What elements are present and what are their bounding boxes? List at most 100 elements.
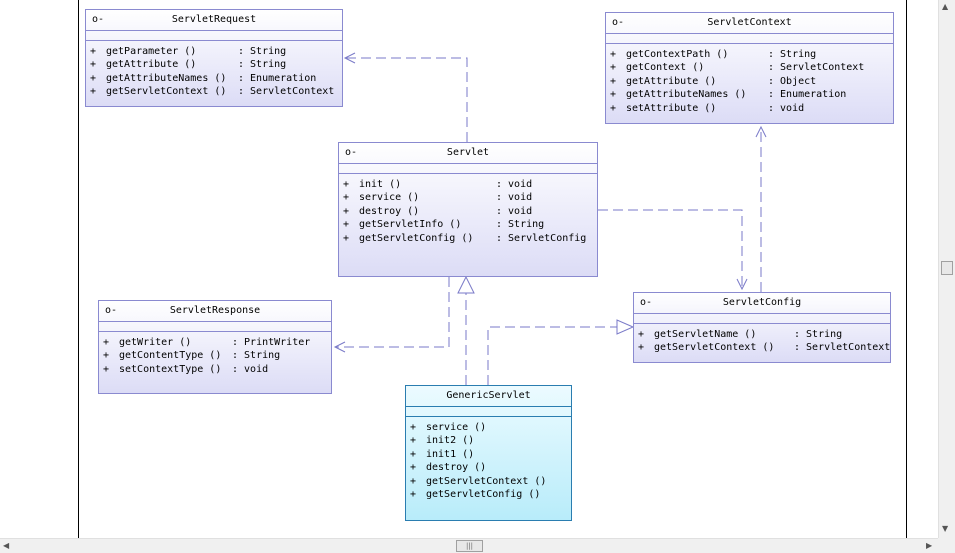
public-visibility-sign: + bbox=[343, 232, 350, 244]
operation-name: destroy () bbox=[426, 462, 487, 474]
operations-compartment: + getWriter (): PrintWriter + getContentTyp… bbox=[99, 332, 331, 376]
operation-name: getContentType () bbox=[119, 350, 222, 362]
public-visibility-sign: + bbox=[90, 59, 97, 71]
operation-return-type: : Enumeration bbox=[238, 72, 317, 84]
public-visibility-sign: + bbox=[103, 337, 110, 348]
operations-compartment: + init () : void + service (): void + destroy … bbox=[339, 174, 597, 245]
public-visibility-sign: + bbox=[410, 488, 417, 500]
operation-row[interactable]: + getServletConfig () bbox=[406, 488, 571, 501]
operation-name: getServletContext () bbox=[106, 86, 227, 98]
public-visibility-sign: + bbox=[410, 435, 417, 447]
operation-row[interactable]: + getAttribute (): Object bbox=[606, 75, 893, 88]
public-visibility-sign: + bbox=[638, 329, 645, 340]
attributes-compartment bbox=[99, 322, 331, 332]
horizontal-scrollbar[interactable]: ◀ ||| ▶ bbox=[0, 538, 938, 553]
servletresponse-class-box[interactable]: o- ServletResponse + getWriter (): PrintWri… bbox=[98, 300, 332, 394]
operation-row[interactable]: + destroy (): void bbox=[339, 205, 597, 218]
public-visibility-sign: + bbox=[610, 89, 617, 101]
servlet-realization-triangle bbox=[457, 275, 475, 294]
class-name: Servlet bbox=[446, 147, 490, 158]
operation-row[interactable]: + getContentType (): String bbox=[99, 349, 331, 362]
operation-name: init () bbox=[359, 179, 402, 190]
operation-return-type: : ServletContext bbox=[238, 86, 335, 98]
operation-name: getServletName () bbox=[654, 329, 757, 340]
interface-visibility-icon: o- bbox=[640, 297, 653, 308]
servletcontext-class-box[interactable]: o- ServletContext + getContextPath (): Stri… bbox=[605, 12, 894, 124]
operation-row[interactable]: + getServletContext () bbox=[406, 475, 571, 488]
public-visibility-sign: + bbox=[638, 342, 645, 354]
operation-name: getParameter () bbox=[106, 46, 197, 57]
genericservlet-to-servletconfig-realization bbox=[487, 326, 617, 385]
servlet-to-servletresponse-dependency bbox=[335, 277, 450, 348]
public-visibility-sign: + bbox=[410, 422, 417, 433]
operation-name: setAttribute () bbox=[626, 102, 717, 114]
operation-row[interactable]: + setAttribute (): void bbox=[606, 102, 893, 115]
class-name: ServletResponse bbox=[169, 305, 261, 316]
class-header: o- ServletResponse bbox=[99, 301, 331, 322]
horizontal-scroll-thumb[interactable]: ||| bbox=[456, 540, 483, 552]
class-name: ServletRequest bbox=[171, 14, 257, 25]
attributes-compartment bbox=[406, 407, 571, 417]
operation-return-type: : ServletConfig bbox=[496, 232, 587, 244]
operation-name: getAttributeNames () bbox=[106, 72, 227, 84]
operation-name: service () bbox=[426, 422, 487, 433]
scroll-down-arrow-icon[interactable]: ▼ bbox=[942, 524, 948, 533]
operation-row[interactable]: + getServletName () : String bbox=[634, 328, 890, 341]
scrollbar-corner bbox=[938, 538, 955, 553]
operations-compartment: + getServletName () : String + getServletCon… bbox=[634, 324, 890, 355]
operation-row[interactable]: + getAttribute (): String bbox=[86, 58, 342, 71]
class-header: o- ServletContext bbox=[606, 13, 893, 34]
operation-row[interactable]: + getParameter (): String bbox=[86, 45, 342, 58]
operation-row[interactable]: + getContextPath (): String bbox=[606, 48, 893, 61]
public-visibility-sign: + bbox=[343, 192, 350, 204]
operation-row[interactable]: + getContext (): ServletContext bbox=[606, 61, 893, 74]
operation-row[interactable]: + service () bbox=[406, 421, 571, 434]
operation-name: getServletInfo () bbox=[359, 219, 462, 231]
operation-name: getContext () bbox=[626, 62, 705, 74]
vertical-scrollbar[interactable]: ▲ ▼ bbox=[938, 0, 955, 538]
operation-return-type: : void bbox=[496, 192, 533, 204]
operation-row[interactable]: + getWriter (): PrintWriter bbox=[99, 336, 331, 349]
servletconfig-realization-triangle bbox=[616, 319, 635, 335]
operation-row[interactable]: + getServletConfig (): ServletConfig bbox=[339, 232, 597, 245]
scroll-left-arrow-icon[interactable]: ◀ bbox=[3, 541, 9, 550]
operation-row[interactable]: + setContextType (): void bbox=[99, 363, 331, 376]
operation-return-type: : void bbox=[496, 205, 533, 217]
public-visibility-sign: + bbox=[103, 363, 110, 375]
interface-visibility-icon: o- bbox=[92, 14, 105, 25]
operation-row[interactable]: + getServletContext () : ServletContext bbox=[86, 85, 342, 98]
operation-row[interactable]: + getServletInfo (): String bbox=[339, 218, 597, 231]
operation-name: getServletConfig () bbox=[426, 488, 541, 500]
operation-name: getServletContext () bbox=[426, 475, 547, 487]
operation-row[interactable]: + init1 () bbox=[406, 448, 571, 461]
servletconfig-class-box[interactable]: o- ServletConfig + getServletName () : Strin… bbox=[633, 292, 891, 363]
scroll-right-arrow-icon[interactable]: ▶ bbox=[926, 541, 932, 550]
scroll-up-arrow-icon[interactable]: ▲ bbox=[942, 2, 948, 11]
public-visibility-sign: + bbox=[343, 219, 350, 231]
public-visibility-sign: + bbox=[343, 179, 350, 190]
servlet-class-box[interactable]: o- Servlet + init (): void + service (): void… bbox=[338, 142, 598, 277]
operation-row[interactable]: + getAttributeNames (): Enumeration bbox=[606, 88, 893, 101]
servlet-to-servletrequest-dependency bbox=[345, 57, 468, 142]
operation-return-type: : PrintWriter bbox=[232, 337, 311, 348]
class-header: o- ServletConfig bbox=[634, 293, 890, 314]
operation-row[interactable]: + getAttributeNames (): Enumeration bbox=[86, 72, 342, 85]
genericservlet-class-box[interactable]: GenericServlet + service () + init2 () + init1… bbox=[405, 385, 572, 521]
class-name: ServletContext bbox=[707, 17, 792, 28]
public-visibility-sign: + bbox=[610, 62, 617, 74]
class-name: ServletConfig bbox=[722, 297, 802, 308]
public-visibility-sign: + bbox=[90, 86, 97, 98]
vertical-scroll-thumb[interactable] bbox=[941, 261, 953, 275]
operation-return-type: : String bbox=[794, 329, 843, 340]
interface-visibility-icon: o- bbox=[105, 305, 118, 316]
operations-compartment: + getParameter (): String + getAttribute ()… bbox=[86, 41, 342, 99]
operation-row[interactable]: + destroy () bbox=[406, 461, 571, 474]
operation-row[interactable]: + init (): void bbox=[339, 178, 597, 191]
operation-name: init2 () bbox=[426, 435, 475, 447]
operation-row[interactable]: + getServletContext (): ServletContext bbox=[634, 341, 890, 354]
servletrequest-class-box[interactable]: o- ServletRequest + getParameter (): String… bbox=[85, 9, 343, 107]
operation-row[interactable]: + service (): void bbox=[339, 191, 597, 204]
class-name: GenericServlet bbox=[446, 390, 531, 401]
operation-row[interactable]: + init2 () bbox=[406, 434, 571, 447]
operation-return-type: : void bbox=[232, 363, 269, 375]
